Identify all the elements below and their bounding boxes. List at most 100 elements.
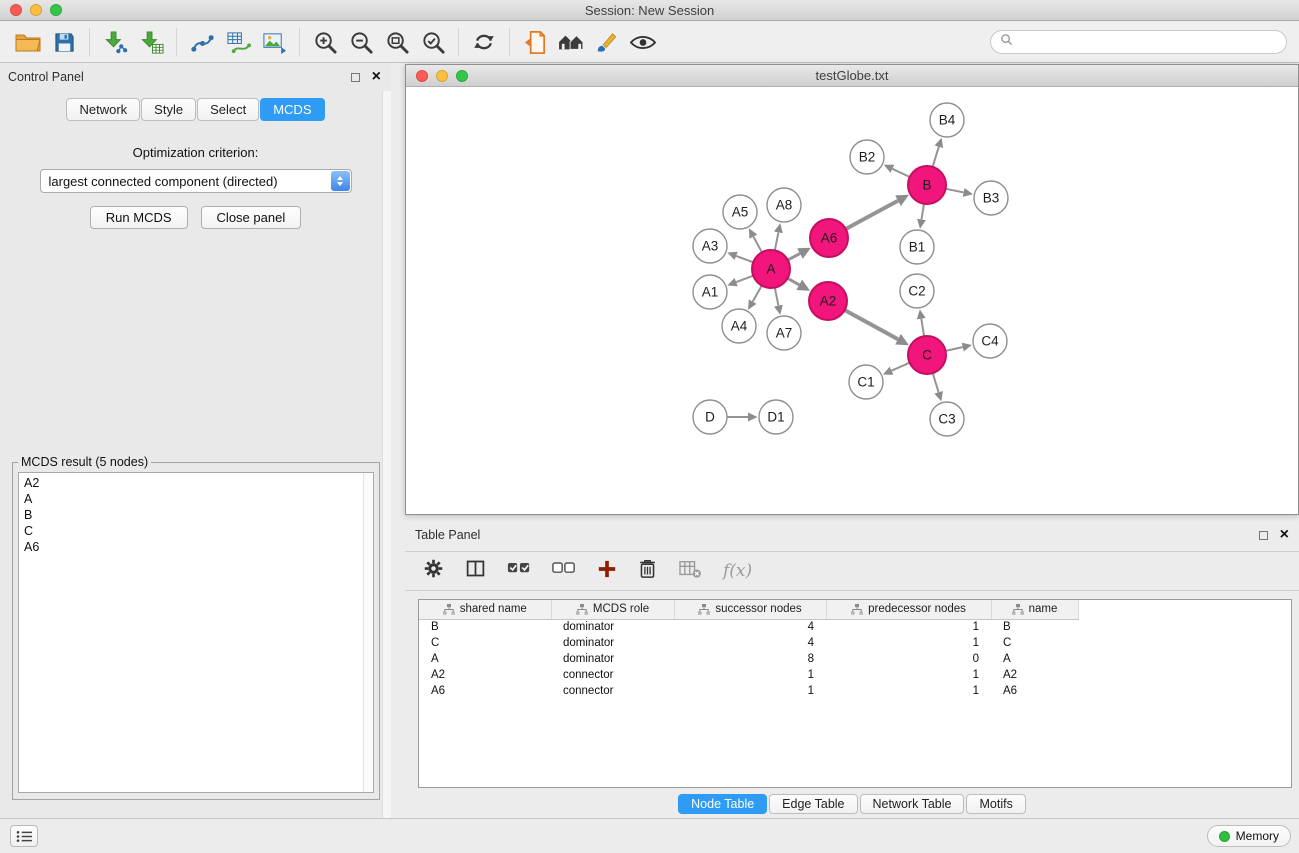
table-cell[interactable]: 1 [826, 667, 991, 683]
save-session-icon[interactable] [46, 26, 82, 58]
graph-edge-C-C3[interactable] [933, 373, 939, 392]
column-header-name[interactable]: name [991, 600, 1078, 619]
table-cell[interactable]: 4 [674, 635, 826, 651]
zoom-fit-icon[interactable] [379, 26, 415, 58]
graph-edge-A-A7[interactable] [775, 288, 779, 306]
show-columns-icon[interactable] [465, 558, 486, 584]
table-row[interactable]: Adominator80A [419, 651, 1078, 667]
table-cell[interactable]: connector [551, 667, 674, 683]
graph-edge-C-C1[interactable] [892, 363, 910, 371]
table-cell[interactable]: connector [551, 683, 674, 699]
close-panel-icon[interactable]: × [372, 69, 381, 85]
tab-node-table[interactable]: Node Table [678, 794, 767, 814]
table-row[interactable]: A2connector11A2 [419, 667, 1078, 683]
zoom-selected-icon[interactable] [415, 26, 451, 58]
graph-edge-A-A3[interactable] [736, 256, 753, 262]
mcds-result-item[interactable]: B [24, 507, 373, 523]
graph-edge-B-B4[interactable] [933, 147, 939, 167]
graph-edge-C-C4[interactable] [946, 347, 963, 351]
task-history-button[interactable] [10, 825, 38, 847]
column-header-predecessor-nodes[interactable]: predecessor nodes [826, 600, 991, 619]
graph-edge-A-A4[interactable] [753, 286, 762, 302]
tab-select[interactable]: Select [197, 98, 259, 121]
zoom-in-icon[interactable] [307, 26, 343, 58]
table-cell[interactable]: A2 [419, 667, 551, 683]
zoom-window-button[interactable] [50, 4, 62, 16]
mcds-result-item[interactable]: C [24, 523, 373, 539]
mcds-result-item[interactable]: A [24, 491, 373, 507]
table-cell[interactable]: 1 [826, 635, 991, 651]
deselect-all-icon[interactable] [552, 559, 576, 583]
table-cell[interactable]: 8 [674, 651, 826, 667]
table-row[interactable]: Bdominator41B [419, 619, 1078, 635]
refresh-view-icon[interactable] [466, 26, 502, 58]
import-table-file-icon[interactable] [133, 26, 169, 58]
column-header-shared-name[interactable]: shared name [419, 600, 551, 619]
mcds-result-item[interactable]: A6 [24, 539, 373, 555]
graph-edge-B-B1[interactable] [922, 204, 925, 220]
table-cell[interactable]: A6 [419, 683, 551, 699]
table-cell[interactable]: B [419, 619, 551, 635]
tab-style[interactable]: Style [141, 98, 196, 121]
close-panel-button[interactable]: Close panel [201, 206, 302, 229]
tab-network-table[interactable]: Network Table [860, 794, 965, 814]
new-network-table-icon[interactable] [220, 26, 256, 58]
column-header-MCDS-role[interactable]: MCDS role [551, 600, 674, 619]
export-image-icon[interactable] [256, 26, 292, 58]
graph-edge-C-C2[interactable] [921, 319, 924, 337]
column-header-successor-nodes[interactable]: successor nodes [674, 600, 826, 619]
zoom-out-icon[interactable] [343, 26, 379, 58]
float-panel-icon[interactable] [351, 73, 360, 82]
table-cell[interactable]: C [991, 635, 1078, 651]
import-network-file-icon[interactable] [97, 26, 133, 58]
minimize-window-button[interactable] [30, 4, 42, 16]
tab-motifs[interactable]: Motifs [966, 794, 1025, 814]
show-hide-eye-icon[interactable] [625, 26, 661, 58]
run-mcds-button[interactable]: Run MCDS [90, 206, 188, 229]
network-canvas[interactable]: B4B2BB3A5A8A6A3B1AA1C2A2A4A7C4CC1C3DD1 [406, 87, 1298, 514]
tab-network[interactable]: Network [66, 98, 140, 121]
table-cell[interactable]: B [991, 619, 1078, 635]
combo-stepper-icon[interactable] [331, 171, 350, 191]
graph-edge-A6-B[interactable] [846, 201, 898, 229]
network-zoom-button[interactable] [456, 70, 468, 82]
add-column-icon[interactable] [597, 559, 617, 584]
network-graph[interactable]: B4B2BB3A5A8A6A3B1AA1C2A2A4A7C4CC1C3DD1 [406, 87, 1298, 514]
table-cell[interactable]: 4 [674, 619, 826, 635]
close-table-panel-icon[interactable]: × [1280, 527, 1289, 543]
table-cell[interactable]: A [991, 651, 1078, 667]
graph-edge-A2-C[interactable] [845, 310, 898, 339]
memory-button[interactable]: Memory [1207, 825, 1291, 847]
graph-edge-B-B3[interactable] [946, 189, 964, 193]
graph-edge-B-B2[interactable] [892, 169, 909, 177]
graph-edge-A-A1[interactable] [736, 276, 753, 282]
table-cell[interactable]: dominator [551, 651, 674, 667]
table-cell[interactable]: dominator [551, 619, 674, 635]
open-document-icon[interactable] [517, 26, 553, 58]
table-cell[interactable]: C [419, 635, 551, 651]
network-minimize-button[interactable] [436, 70, 448, 82]
search-input[interactable] [1018, 35, 1277, 50]
table-cell[interactable]: dominator [551, 635, 674, 651]
table-row[interactable]: Cdominator41C [419, 635, 1078, 651]
table-cell[interactable]: 0 [826, 651, 991, 667]
table-cell[interactable]: A [419, 651, 551, 667]
delete-table-icon[interactable] [678, 559, 702, 584]
table-cell[interactable]: A2 [991, 667, 1078, 683]
table-cell[interactable]: 1 [826, 619, 991, 635]
criterion-select[interactable]: largest connected component (directed) [40, 169, 352, 193]
float-table-panel-icon[interactable] [1259, 531, 1268, 540]
close-window-button[interactable] [10, 4, 22, 16]
delete-column-icon[interactable] [638, 558, 657, 584]
new-network-icon[interactable] [184, 26, 220, 58]
table-cell[interactable]: A6 [991, 683, 1078, 699]
graph-edge-A-A2[interactable] [788, 278, 800, 285]
graph-edge-A-A6[interactable] [788, 254, 800, 260]
home-icon[interactable] [553, 26, 589, 58]
open-file-icon[interactable] [10, 26, 46, 58]
table-row[interactable]: A6connector11A6 [419, 683, 1078, 699]
network-close-button[interactable] [416, 70, 428, 82]
table-cell[interactable]: 1 [826, 683, 991, 699]
mcds-result-item[interactable]: A2 [24, 475, 373, 491]
control-panel-scrollbar[interactable] [382, 91, 391, 818]
